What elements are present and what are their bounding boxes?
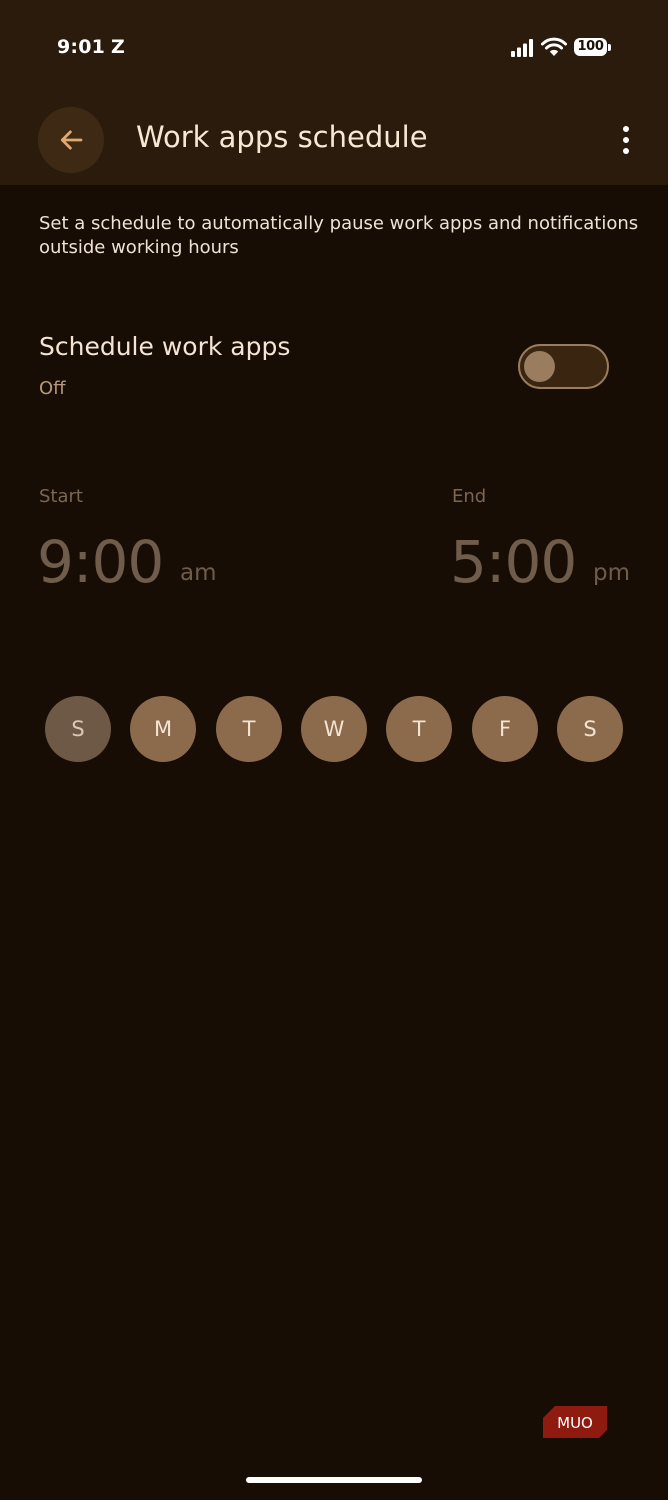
- day-saturday[interactable]: S: [557, 696, 623, 762]
- wifi-icon: [541, 37, 567, 56]
- day-sunday[interactable]: S: [45, 696, 111, 762]
- schedule-description: Set a schedule to automatically pause wo…: [39, 213, 639, 258]
- start-time-period: am: [180, 560, 217, 586]
- home-indicator[interactable]: [246, 1477, 422, 1483]
- back-button[interactable]: [38, 107, 104, 173]
- more-options-button[interactable]: [608, 118, 644, 162]
- day-selector: S M T W T F S: [45, 696, 623, 762]
- day-monday[interactable]: M: [130, 696, 196, 762]
- end-time-period: pm: [593, 560, 631, 586]
- setting-title: Schedule work apps: [39, 332, 291, 361]
- toggle-knob: [524, 351, 555, 382]
- schedule-toggle[interactable]: [518, 344, 609, 389]
- battery-icon: 100: [574, 38, 611, 58]
- setting-status: Off: [39, 378, 66, 399]
- more-vert-icon: [623, 126, 629, 154]
- arrow-back-icon: [60, 130, 83, 150]
- page-title: Work apps schedule: [136, 120, 428, 154]
- day-friday[interactable]: F: [472, 696, 538, 762]
- battery-tip: [608, 44, 611, 51]
- top-app-area: [0, 0, 668, 185]
- end-time-value: 5:00: [450, 528, 577, 596]
- day-thursday[interactable]: T: [386, 696, 452, 762]
- muo-logo-text: MUO: [557, 1414, 593, 1432]
- start-time-value: 9:00: [37, 528, 164, 596]
- battery-level: 100: [574, 38, 607, 56]
- status-time: 9:01: [57, 36, 106, 58]
- day-wednesday[interactable]: W: [301, 696, 367, 762]
- muo-logo: MUO: [543, 1406, 607, 1438]
- notification-icon: Z: [111, 36, 125, 58]
- day-tuesday[interactable]: T: [216, 696, 282, 762]
- end-label: End: [452, 486, 487, 507]
- start-label: Start: [39, 486, 83, 507]
- signal-icon: [511, 39, 533, 57]
